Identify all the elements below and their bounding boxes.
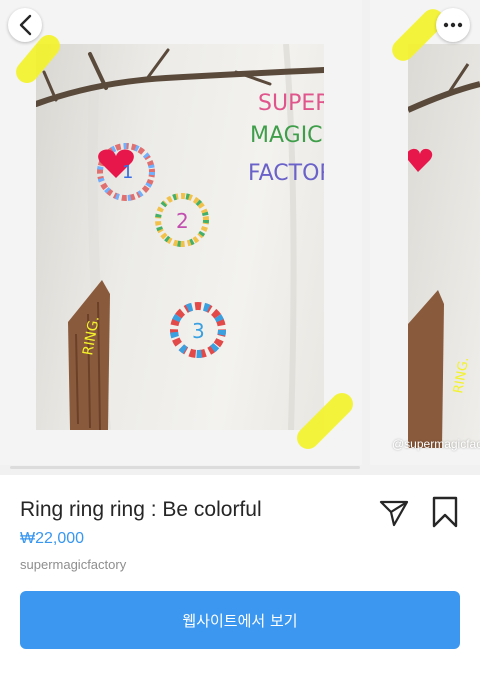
product-price: ₩22,000 (20, 530, 85, 547)
more-options-button[interactable] (436, 8, 470, 42)
bookmark-icon (432, 496, 458, 528)
brand-line-2: MAGIC (250, 123, 323, 148)
product-info-panel: Ring ring ring : Be colorful ₩22,000 sup… (0, 475, 480, 673)
brand-line-1: SUPER (258, 91, 324, 116)
watermark-handle: @supermagicfactory (392, 437, 480, 451)
product-image-carousel[interactable]: SUPER MAGIC FACTORY 1 2 3 RING. RING. (0, 0, 480, 475)
ring-number-3: 3 (192, 319, 205, 343)
view-on-website-button[interactable]: 웹사이트에서 보기 (20, 591, 460, 649)
next-product-photo: RING. (408, 44, 480, 448)
ellipsis-icon (443, 22, 463, 28)
seller-name[interactable]: supermagicfactory (20, 557, 126, 572)
next-photo-art: RING. (408, 63, 480, 448)
product-title: Ring ring ring : Be colorful (20, 498, 262, 521)
share-button[interactable] (378, 496, 410, 528)
ring-number-1: 1 (122, 162, 133, 183)
carousel-slide-current[interactable]: SUPER MAGIC FACTORY 1 2 3 RING. (0, 0, 362, 465)
product-photo-art: SUPER MAGIC FACTORY 1 2 3 RING. (36, 44, 324, 430)
product-photo: SUPER MAGIC FACTORY 1 2 3 RING. (36, 44, 324, 430)
view-on-website-label: 웹사이트에서 보기 (182, 611, 298, 630)
back-button[interactable] (8, 8, 42, 42)
next-ring-label: RING. (451, 356, 472, 395)
sheet-drag-handle[interactable] (10, 466, 360, 469)
chevron-left-icon (19, 14, 32, 36)
save-button[interactable] (430, 496, 460, 528)
paper-plane-icon (379, 500, 409, 527)
ring-number-2: 2 (176, 209, 189, 233)
brand-line-3: FACTORY (248, 161, 324, 186)
carousel-slide-next[interactable]: RING. @supermagicfactory (370, 0, 480, 465)
